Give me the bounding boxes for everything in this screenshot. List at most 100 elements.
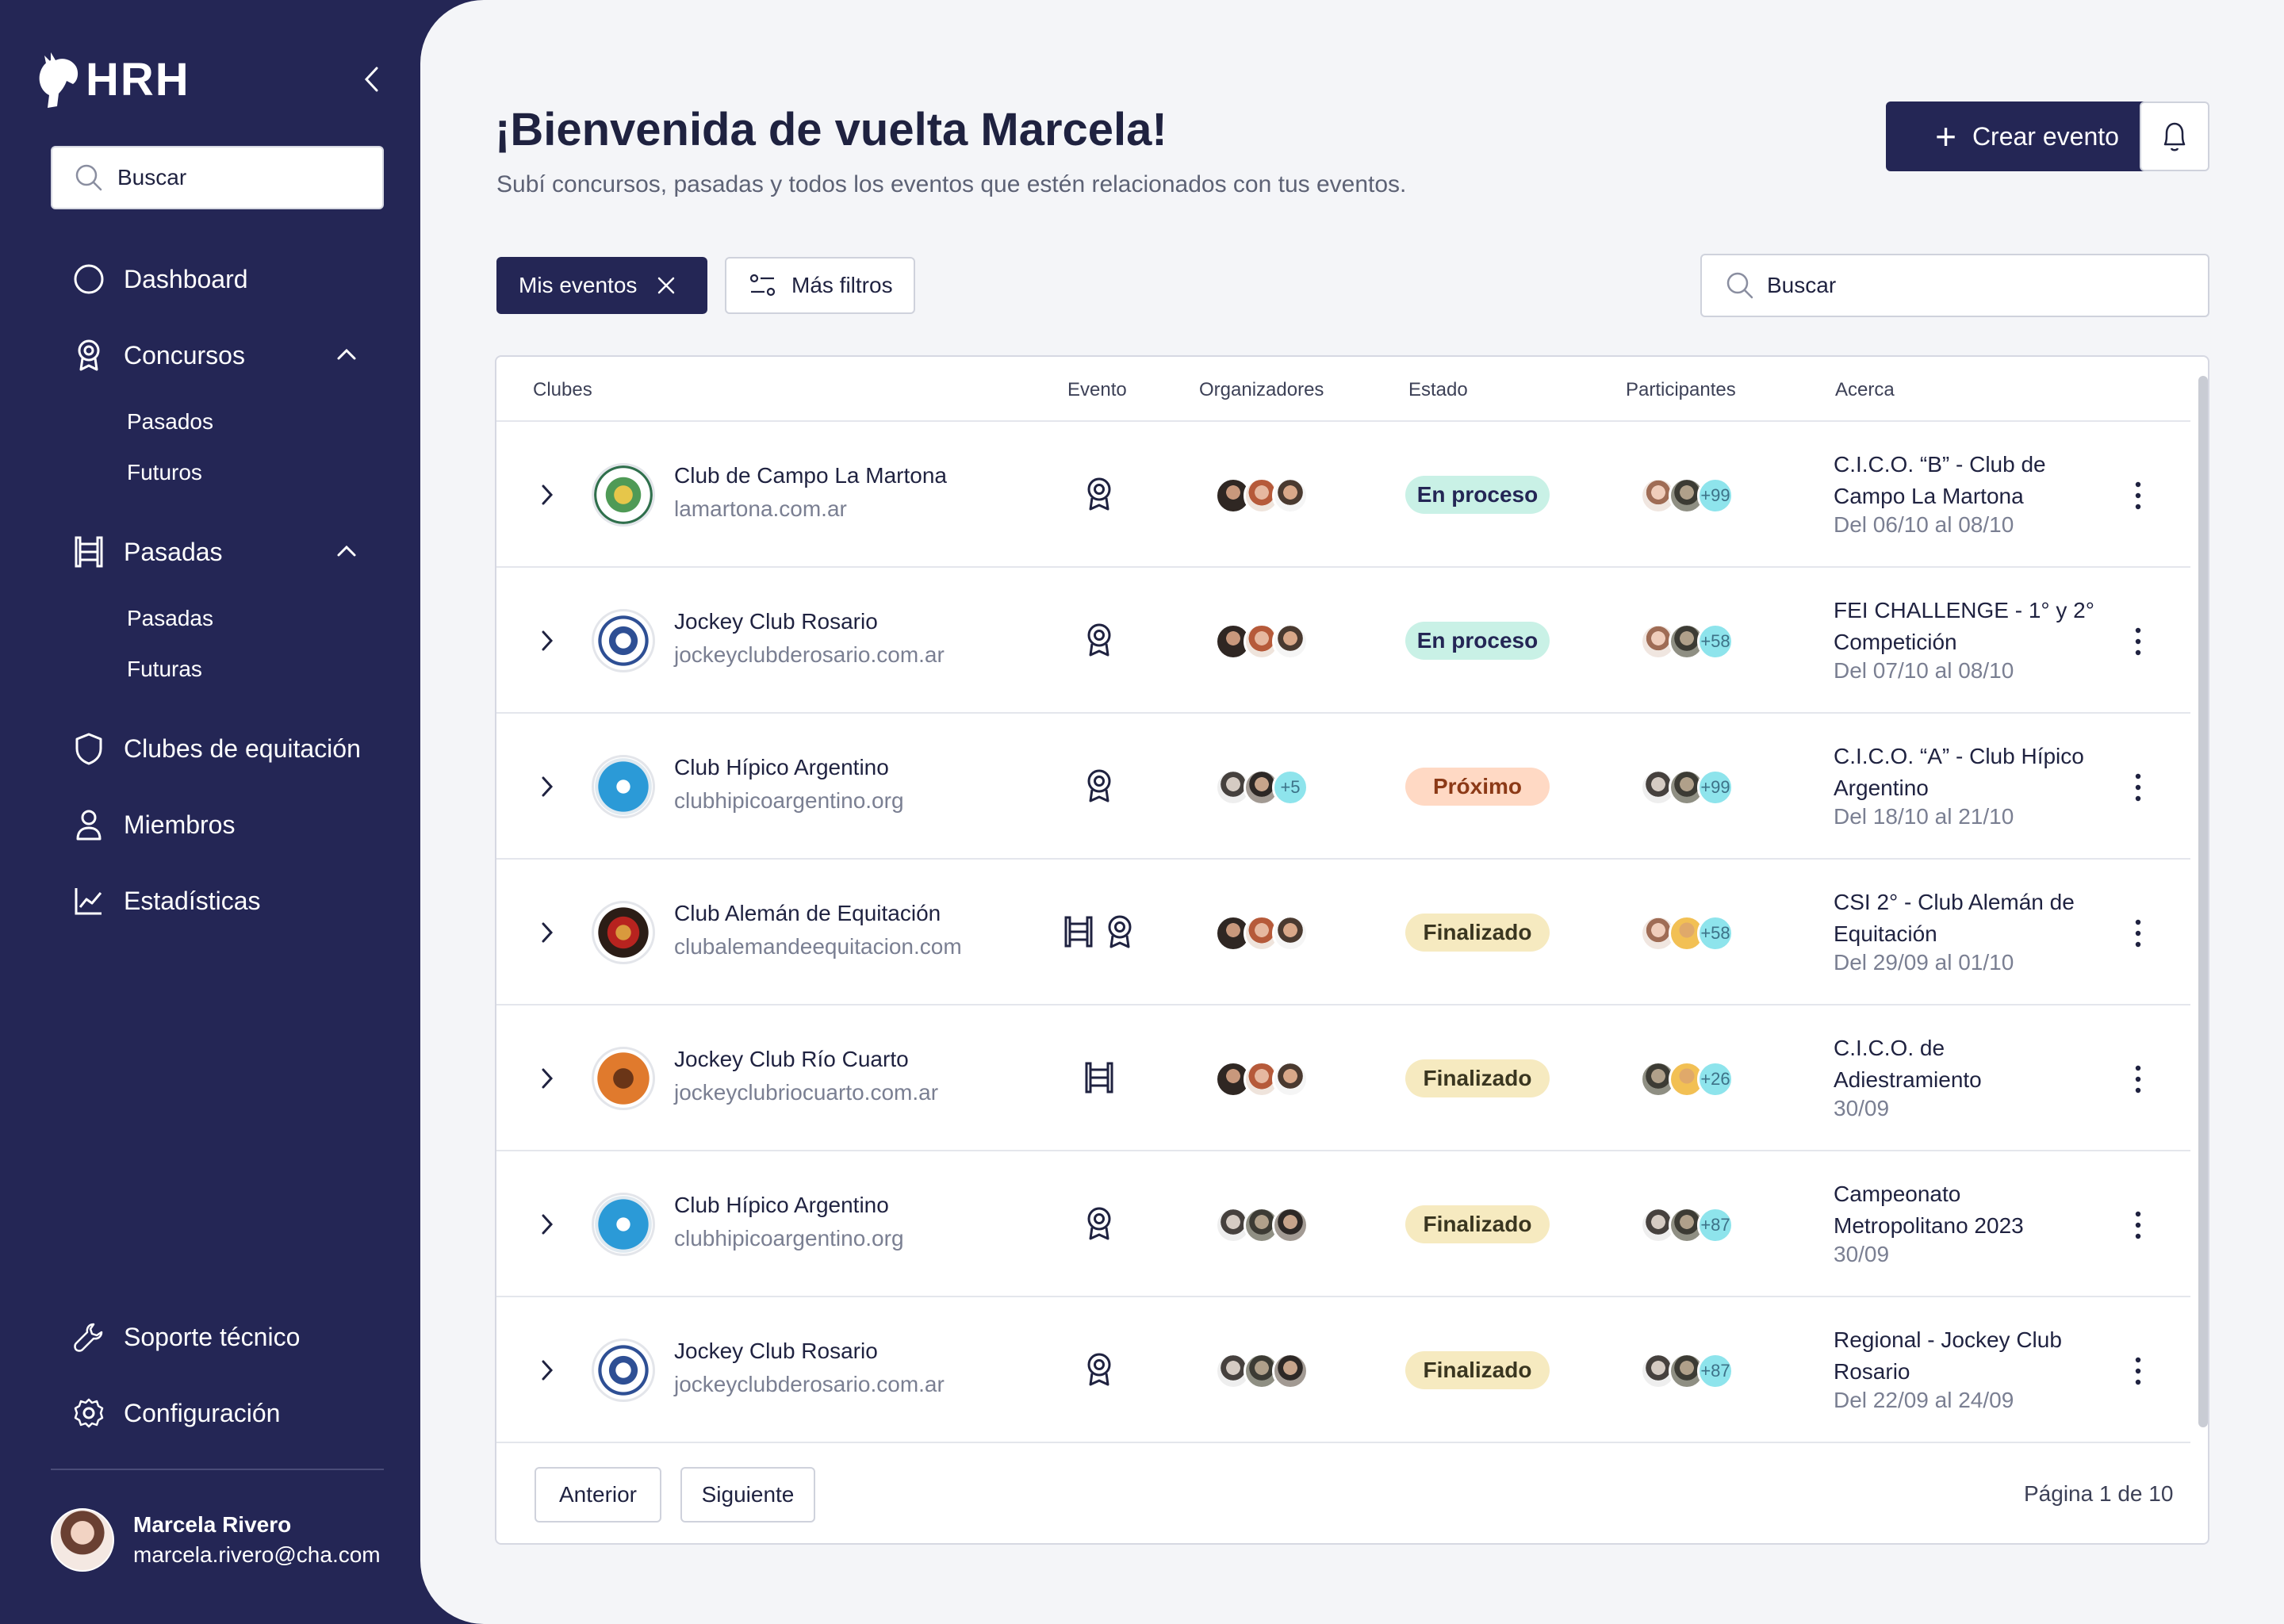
sidebar-subitem-pasados[interactable]: Pasados bbox=[127, 406, 213, 438]
table-row[interactable]: Club de Campo La Martona lamartona.com.a… bbox=[496, 422, 2190, 568]
participants-avatars[interactable]: +87 bbox=[1640, 1353, 1734, 1389]
row-actions-button[interactable] bbox=[2122, 1353, 2154, 1389]
expand-row-button[interactable] bbox=[531, 1208, 563, 1240]
page-subtitle: Subí concursos, pasadas y todos los even… bbox=[496, 171, 1407, 197]
participants-avatars[interactable]: +58 bbox=[1640, 623, 1734, 660]
participants-avatars[interactable]: +99 bbox=[1640, 769, 1734, 806]
expand-row-button[interactable] bbox=[531, 625, 563, 657]
participants-avatars[interactable]: +26 bbox=[1640, 1061, 1734, 1097]
club-aleman-logo bbox=[592, 901, 655, 964]
next-page-button[interactable]: Siguiente bbox=[680, 1467, 815, 1522]
sidebar-item-miembros[interactable]: Miembros bbox=[71, 801, 373, 848]
club-name[interactable]: Club Alemán de Equitación bbox=[674, 901, 941, 926]
sidebar-item-pasadas[interactable]: Pasadas bbox=[71, 528, 373, 576]
previous-page-button[interactable]: Anterior bbox=[535, 1467, 661, 1522]
chevron-up-icon[interactable] bbox=[335, 343, 358, 366]
filter-chip-label: Mis eventos bbox=[519, 273, 638, 297]
organizers-avatars[interactable] bbox=[1215, 1353, 1309, 1389]
search-icon bbox=[1726, 272, 1753, 299]
row-actions-button[interactable] bbox=[2122, 623, 2154, 660]
sidebar-item-label: Soporte técnico bbox=[124, 1322, 301, 1351]
club-url[interactable]: clubhipicoargentino.org bbox=[674, 1226, 904, 1251]
row-actions-button[interactable] bbox=[2122, 1061, 2154, 1097]
sidebar-subitem-pasadas[interactable]: Pasadas bbox=[127, 603, 213, 634]
sidebar-item-clubes[interactable]: Clubes de equitación bbox=[71, 725, 373, 772]
table-scrollbar[interactable] bbox=[2198, 376, 2208, 1427]
avatar bbox=[1272, 623, 1309, 660]
organizers-count-badge: +5 bbox=[1272, 769, 1309, 806]
sidebar-subitem-futuros[interactable]: Futuros bbox=[127, 457, 202, 488]
organizers-avatars[interactable]: +5 bbox=[1215, 769, 1309, 806]
club-url[interactable]: clubalemandeequitacion.com bbox=[674, 934, 962, 959]
club-name[interactable]: Jockey Club Río Cuarto bbox=[674, 1047, 909, 1072]
sidebar-subitem-futuras[interactable]: Futuras bbox=[127, 653, 202, 685]
sidebar-search[interactable] bbox=[51, 146, 384, 209]
expand-row-button[interactable] bbox=[531, 1063, 563, 1094]
column-header-evento: Evento bbox=[1067, 379, 1127, 400]
club-name[interactable]: Club Hípico Argentino bbox=[674, 1193, 889, 1218]
organizers-avatars[interactable] bbox=[1215, 623, 1309, 660]
sidebar-search-input[interactable] bbox=[117, 165, 355, 190]
more-filters-button[interactable]: Más filtros bbox=[725, 257, 915, 314]
organizers-avatars[interactable] bbox=[1215, 477, 1309, 514]
table-row[interactable]: Jockey Club Rosario jockeyclubderosario.… bbox=[496, 1297, 2190, 1443]
sidebar-item-concursos[interactable]: Concursos bbox=[71, 331, 373, 379]
more-vertical-icon bbox=[2135, 919, 2141, 948]
collapse-sidebar-button[interactable] bbox=[355, 62, 387, 97]
club-url[interactable]: lamartona.com.ar bbox=[674, 496, 847, 522]
table-body: Club de Campo La Martona lamartona.com.a… bbox=[496, 422, 2190, 1443]
participants-avatars[interactable]: +99 bbox=[1640, 477, 1734, 514]
sidebar-item-configuracion[interactable]: Configuración bbox=[71, 1389, 373, 1437]
club-url[interactable]: jockeyclubderosario.com.ar bbox=[674, 642, 945, 668]
status-badge: Próximo bbox=[1405, 768, 1550, 806]
row-actions-button[interactable] bbox=[2122, 477, 2154, 514]
create-event-button[interactable]: + Crear evento bbox=[1886, 102, 2168, 171]
club-hipico-argentino-logo bbox=[592, 1193, 655, 1256]
row-actions-button[interactable] bbox=[2122, 1207, 2154, 1243]
fence-icon bbox=[1083, 1060, 1115, 1099]
expand-row-button[interactable] bbox=[531, 1354, 563, 1386]
club-url[interactable]: jockeyclubderosario.com.ar bbox=[674, 1372, 945, 1397]
organizers-avatars[interactable] bbox=[1215, 915, 1309, 952]
table-row[interactable]: Club Hípico Argentino clubhipicoargentin… bbox=[496, 714, 2190, 860]
club-url[interactable]: jockeyclubriocuarto.com.ar bbox=[674, 1080, 938, 1105]
event-about-title: FEI CHALLENGE - 1° y 2° Competición bbox=[1834, 598, 2094, 654]
participants-avatars[interactable]: +87 bbox=[1640, 1207, 1734, 1243]
table-row[interactable]: Club Alemán de Equitación clubalemandeeq… bbox=[496, 860, 2190, 1005]
club-name[interactable]: Club Hípico Argentino bbox=[674, 755, 889, 780]
horse-logo-icon bbox=[39, 52, 79, 108]
expand-row-button[interactable] bbox=[531, 479, 563, 511]
events-search-input[interactable] bbox=[1767, 273, 2195, 298]
table-row[interactable]: Club Hípico Argentino clubhipicoargentin… bbox=[496, 1151, 2190, 1297]
brand-logo[interactable]: HRH bbox=[35, 48, 190, 111]
club-url[interactable]: clubhipicoargentino.org bbox=[674, 788, 904, 814]
sidebar-item-estadisticas[interactable]: Estadísticas bbox=[71, 877, 373, 925]
participants-count-badge: +58 bbox=[1697, 623, 1734, 660]
table-row[interactable]: Jockey Club Río Cuarto jockeyclubriocuar… bbox=[496, 1005, 2190, 1151]
table-row[interactable]: Jockey Club Rosario jockeyclubderosario.… bbox=[496, 568, 2190, 714]
row-actions-button[interactable] bbox=[2122, 769, 2154, 806]
club-name[interactable]: Jockey Club Rosario bbox=[674, 1339, 878, 1364]
event-date: Del 07/10 al 08/10 bbox=[1834, 658, 2014, 683]
notifications-button[interactable] bbox=[2140, 102, 2209, 171]
organizers-avatars[interactable] bbox=[1215, 1061, 1309, 1097]
participants-count-badge: +87 bbox=[1697, 1207, 1734, 1243]
row-actions-button[interactable] bbox=[2122, 915, 2154, 952]
expand-row-button[interactable] bbox=[531, 917, 563, 948]
user-profile[interactable]: Marcela Rivero marcela.rivero@cha.com bbox=[51, 1508, 381, 1572]
club-name[interactable]: Club de Campo La Martona bbox=[674, 463, 947, 488]
sidebar-item-soporte[interactable]: Soporte técnico bbox=[71, 1313, 373, 1361]
organizers-avatars[interactable] bbox=[1215, 1207, 1309, 1243]
chevron-up-icon[interactable] bbox=[335, 539, 358, 563]
close-icon[interactable] bbox=[656, 275, 676, 296]
participants-count-badge: +26 bbox=[1697, 1061, 1734, 1097]
events-search[interactable] bbox=[1700, 254, 2209, 317]
expand-row-button[interactable] bbox=[531, 771, 563, 802]
filter-chip-mis-eventos[interactable]: Mis eventos bbox=[496, 257, 707, 314]
column-header-participantes: Participantes bbox=[1626, 379, 1736, 400]
sidebar-item-dashboard[interactable]: Dashboard bbox=[71, 255, 373, 303]
participants-avatars[interactable]: +58 bbox=[1640, 915, 1734, 952]
event-type-icons bbox=[1036, 1207, 1163, 1243]
event-type-icons bbox=[1036, 1353, 1163, 1389]
club-name[interactable]: Jockey Club Rosario bbox=[674, 609, 878, 634]
